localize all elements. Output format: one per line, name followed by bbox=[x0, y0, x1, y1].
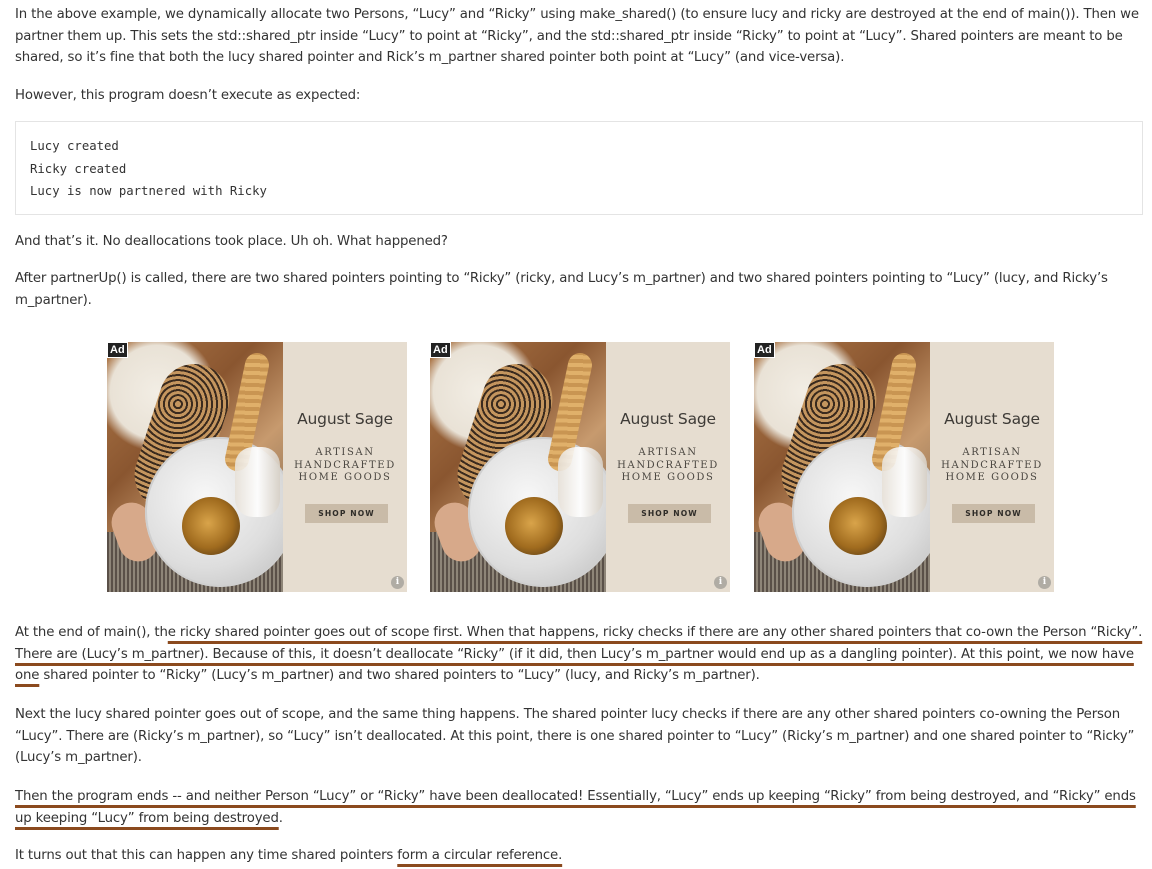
ad-tagline: ARTISAN HANDCRAFTED HOME GOODS bbox=[294, 447, 396, 484]
ad-panel: August Sage ARTISAN HANDCRAFTED HOME GOODS… bbox=[283, 342, 407, 592]
info-icon[interactable]: i bbox=[391, 576, 404, 589]
text-segment: shared pointer to “Ricky” (Lucy’s m_part… bbox=[39, 668, 760, 684]
underlined-text: form a circular reference. bbox=[397, 848, 563, 863]
program-output-box: Lucy created Ricky created Lucy is now p… bbox=[15, 121, 1143, 215]
ad-tagline: ARTISAN HANDCRAFTED HOME GOODS bbox=[617, 447, 719, 484]
ad-badge: Ad bbox=[754, 342, 775, 358]
ad-badge: Ad bbox=[107, 342, 128, 358]
ad-banner-2[interactable]: August Sage ARTISAN HANDCRAFTED HOME GOODS… bbox=[430, 342, 730, 592]
text-segment: It turns out that this can happen any ti… bbox=[15, 848, 398, 863]
paragraph-circular-reference: It turns out that this can happen any ti… bbox=[15, 845, 1145, 867]
ad-photo bbox=[430, 342, 606, 592]
ad-brand: August Sage bbox=[620, 410, 716, 428]
ad-banner-1[interactable]: August Sage ARTISAN HANDCRAFTED HOME GOODS… bbox=[107, 342, 407, 592]
shop-now-button[interactable]: SHOP NOW bbox=[628, 504, 711, 523]
ad-tagline: ARTISAN HANDCRAFTED HOME GOODS bbox=[941, 447, 1043, 484]
ad-brand: August Sage bbox=[944, 410, 1040, 428]
text-segment: At the end of main(), th bbox=[15, 625, 168, 640]
ad-brand: August Sage bbox=[297, 410, 393, 428]
text-segment: . bbox=[278, 810, 283, 826]
info-icon[interactable]: i bbox=[1038, 576, 1051, 589]
ad-badge: Ad bbox=[430, 342, 451, 358]
paragraph-intro: In the above example, we dynamically all… bbox=[15, 7, 1139, 66]
paragraph-after-partnerup: After partnerUp() is called, there are t… bbox=[15, 271, 1108, 308]
paragraph-program-ends: Then the program ends -- and neither Per… bbox=[15, 786, 1145, 829]
shop-now-button[interactable]: SHOP NOW bbox=[305, 504, 388, 523]
paragraph-no-deallocation: And that’s it. No deallocations took pla… bbox=[15, 234, 448, 249]
paragraph-unexpected: However, this program doesn’t execute as… bbox=[15, 88, 361, 103]
shop-now-button[interactable]: SHOP NOW bbox=[952, 504, 1035, 523]
ad-panel: August Sage ARTISAN HANDCRAFTED HOME GOODS… bbox=[930, 342, 1054, 592]
ad-photo bbox=[107, 342, 283, 592]
paragraph-lucy-scope: Next the lucy shared pointer goes out of… bbox=[15, 707, 1135, 766]
ad-photo bbox=[754, 342, 930, 592]
info-icon[interactable]: i bbox=[714, 576, 727, 589]
ad-panel: August Sage ARTISAN HANDCRAFTED HOME GOODS… bbox=[606, 342, 730, 592]
underlined-text: Then the program ends -- and neither Per… bbox=[15, 789, 1136, 826]
paragraph-end-of-main: At the end of main(), the ricky shared p… bbox=[15, 622, 1145, 687]
ad-banner-3[interactable]: August Sage ARTISAN HANDCRAFTED HOME GOODS… bbox=[754, 342, 1054, 592]
program-output: Lucy created Ricky created Lucy is now p… bbox=[30, 139, 267, 198]
